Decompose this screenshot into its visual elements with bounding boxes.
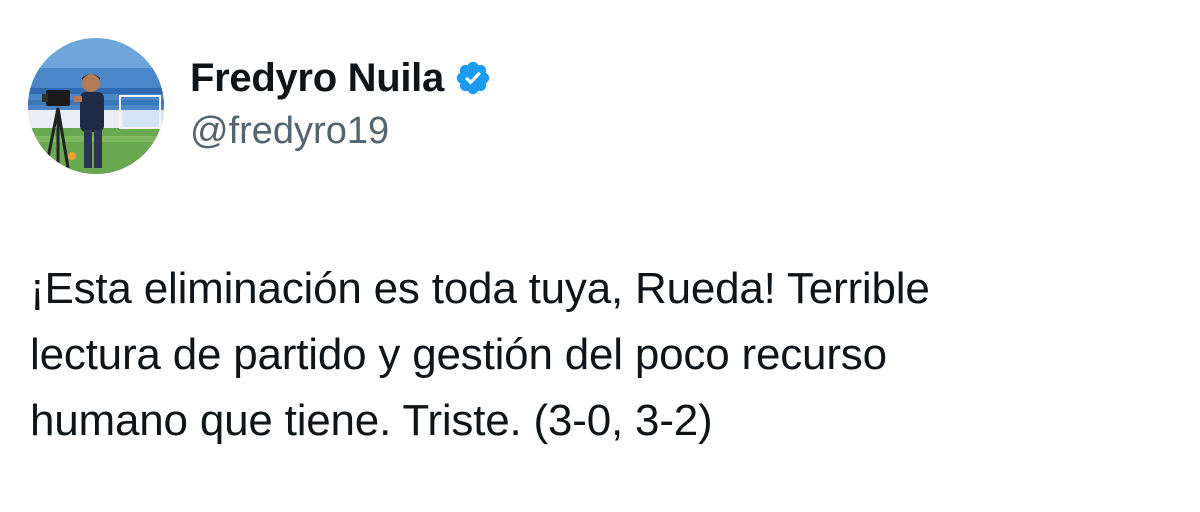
avatar-photo	[28, 38, 164, 174]
author-name-row: Fredyro Nuila	[190, 54, 492, 102]
verified-badge-icon	[454, 59, 492, 97]
tweet-card: Fredyro Nuila @fredyro19 ¡Esta eliminaci…	[0, 0, 1200, 512]
tweet-text-line: lectura de partido y gestión del poco re…	[30, 330, 887, 379]
avatar[interactable]	[28, 38, 164, 174]
tweet-text-line: humano que tiene. Triste. (3-0, 3-2)	[30, 396, 713, 445]
author-display-name[interactable]: Fredyro Nuila	[190, 56, 444, 101]
author-handle[interactable]: @fredyro19	[190, 110, 389, 153]
tweet-text: ¡Esta eliminación es toda tuya, Rueda! T…	[30, 256, 1170, 454]
tweet-text-line: ¡Esta eliminación es toda tuya, Rueda! T…	[30, 264, 930, 313]
